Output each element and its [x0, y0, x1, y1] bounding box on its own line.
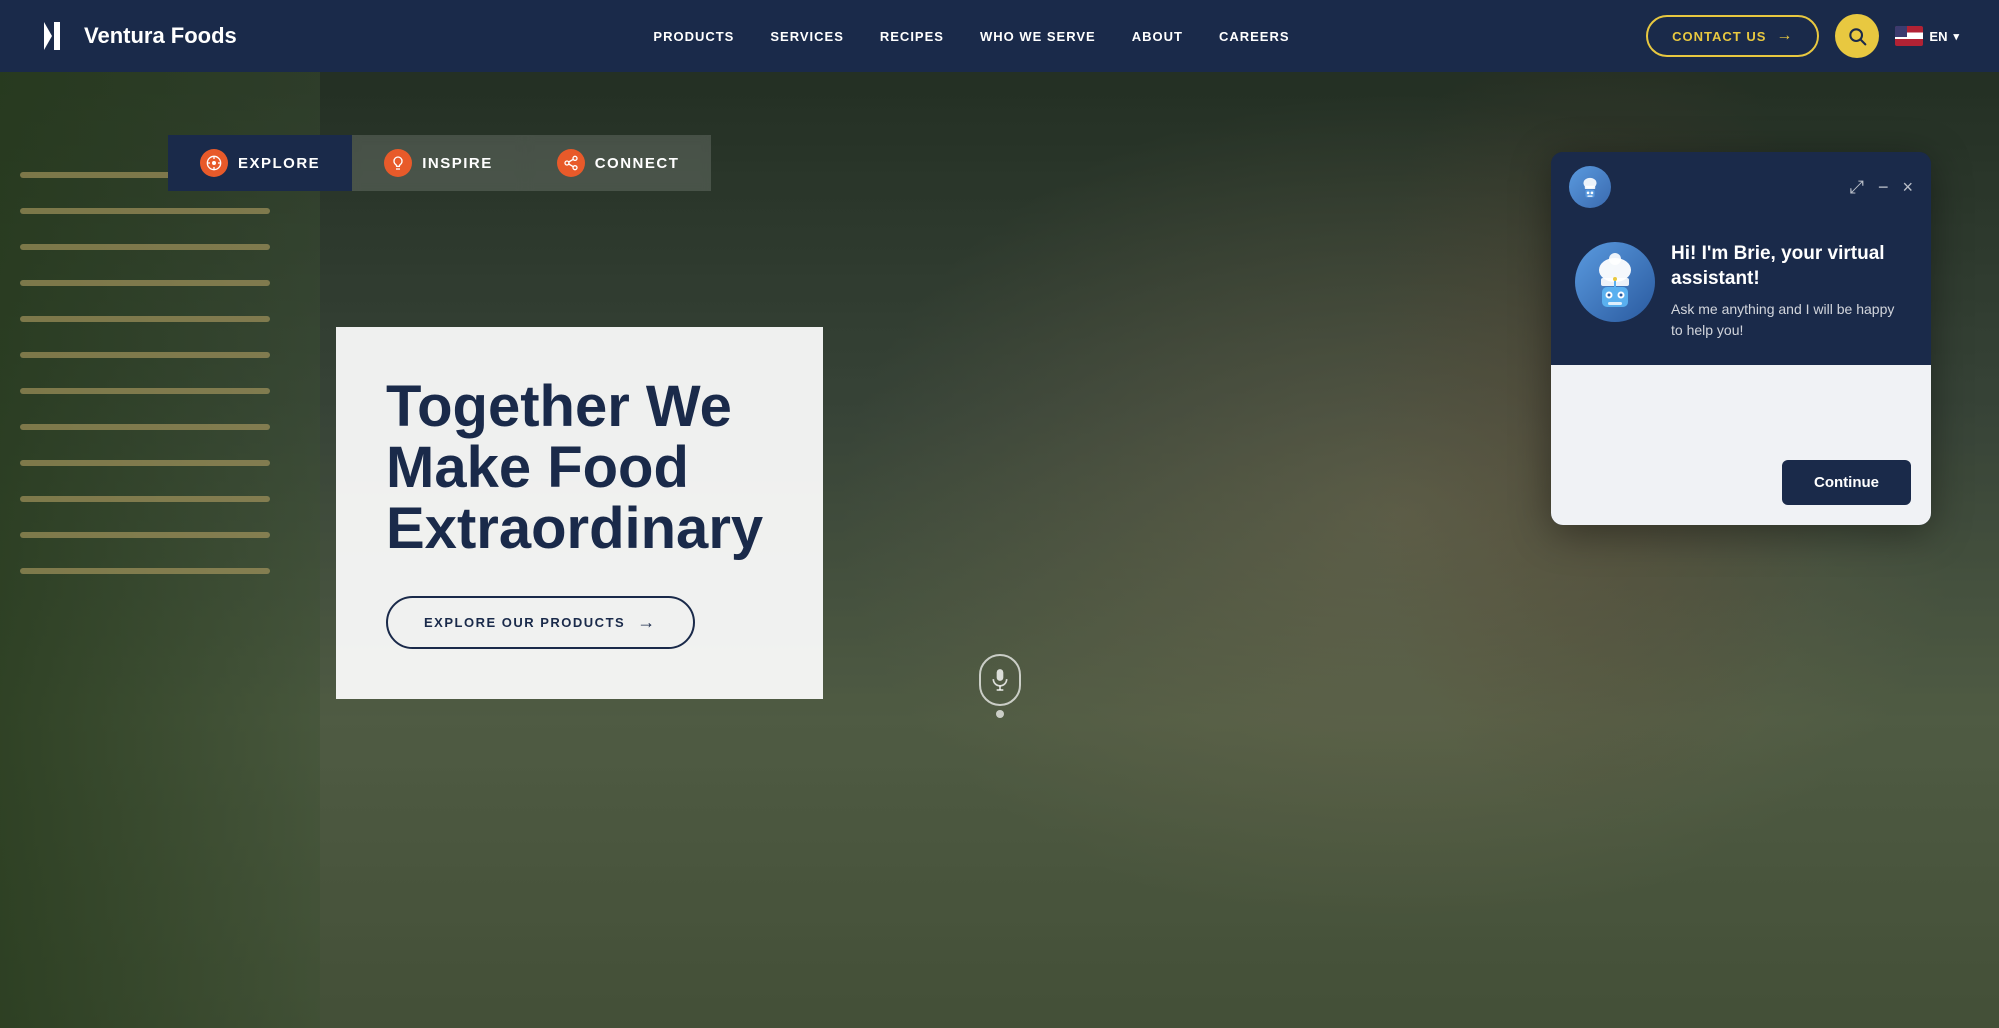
contact-us-label: CONTACT US [1672, 29, 1766, 44]
logo[interactable]: Ventura Foods [40, 18, 237, 54]
microphone-icon [990, 668, 1010, 692]
chatbot-subtext: Ask me anything and I will be happy to h… [1671, 299, 1907, 341]
hero-title-line2: Make Food [386, 435, 689, 500]
tab-explore[interactable]: EXPLORE [168, 135, 352, 191]
shelf-line [20, 532, 270, 538]
connect-tab-label: CONNECT [595, 155, 680, 172]
mic-icon[interactable] [979, 654, 1021, 706]
shelf-line [20, 316, 270, 322]
explore-products-label: EXPLORE OUR PRODUCTS [424, 615, 625, 630]
hero-title-line1: Together We [386, 374, 732, 439]
chatbot-widget: ⤢ − × [1551, 152, 1931, 525]
nav-link-careers[interactable]: CAREERS [1219, 29, 1290, 44]
chatbot-header-controls: ⤢ − × [1850, 178, 1913, 196]
chatbot-intro-text: Hi! I'm Brie, your virtual assistant! As… [1671, 242, 1907, 341]
language-selector[interactable]: EN ▾ [1895, 26, 1959, 46]
explore-tab-icon [200, 149, 228, 177]
nav-link-services[interactable]: SERVICES [770, 29, 844, 44]
nav-link-about[interactable]: ABOUT [1132, 29, 1183, 44]
nav-link-recipes[interactable]: RECIPES [880, 29, 944, 44]
tab-inspire[interactable]: INSPIRE [352, 135, 525, 191]
hero-title-line3: Extraordinary [386, 496, 763, 561]
shelf-line [20, 388, 270, 394]
nav-link-products[interactable]: PRODUCTS [653, 29, 734, 44]
chatbot-header: ⤢ − × [1551, 152, 1931, 222]
chatbot-header-avatar [1569, 166, 1611, 208]
shelf-line [20, 208, 270, 214]
explore-products-button[interactable]: EXPLORE OUR PRODUCTS → [386, 596, 695, 649]
mic-dot [996, 710, 1004, 718]
share-icon [563, 155, 579, 171]
navigation: Ventura Foods PRODUCTS SERVICES RECIPES … [0, 0, 1999, 72]
chatbot-input-area: Continue [1551, 365, 1931, 525]
language-label: EN [1929, 29, 1947, 44]
search-button[interactable] [1835, 14, 1879, 58]
brand-name: Ventura Foods [84, 23, 237, 49]
chatbot-mascot-icon [1585, 252, 1645, 312]
logo-icon [40, 18, 76, 54]
lightbulb-icon [390, 155, 406, 171]
search-icon [1847, 26, 1867, 46]
shelf-line [20, 460, 270, 466]
shelf-line [20, 280, 270, 286]
chatbot-greeting: Hi! I'm Brie, your virtual assistant! [1671, 242, 1907, 291]
hero-title: Together We Make Food Extraordinary [386, 377, 763, 560]
explore-arrow-icon: → [637, 612, 657, 633]
shelf-line [20, 352, 270, 358]
chevron-down-icon: ▾ [1953, 30, 1959, 43]
nav-links: PRODUCTS SERVICES RECIPES WHO WE SERVE A… [297, 29, 1646, 44]
tab-connect[interactable]: CONNECT [525, 135, 712, 191]
explore-tab-label: EXPLORE [238, 155, 320, 172]
nav-right: CONTACT US → EN ▾ [1646, 14, 1959, 58]
inspire-tab-icon [384, 149, 412, 177]
chatbot-avatar-icon [1577, 174, 1603, 200]
chatbot-continue-button[interactable]: Continue [1782, 460, 1911, 505]
us-flag-icon [1895, 26, 1923, 46]
shelf-line [20, 424, 270, 430]
chatbot-expand-button[interactable]: ⤢ [1850, 178, 1864, 196]
chatbot-mascot [1575, 242, 1655, 322]
nav-link-who-we-serve[interactable]: WHO WE SERVE [980, 29, 1096, 44]
hero-shelf-decoration [0, 72, 320, 1028]
mic-indicator [979, 654, 1021, 718]
shelf-line [20, 496, 270, 502]
shelf-line [20, 568, 270, 574]
shelf-lines [20, 172, 270, 574]
arrow-right-icon: → [1776, 27, 1793, 45]
hero-content-box: Together We Make Food Extraordinary EXPL… [336, 327, 823, 699]
chatbot-close-button[interactable]: × [1902, 178, 1913, 196]
chatbot-body: Hi! I'm Brie, your virtual assistant! As… [1551, 222, 1931, 365]
tabs-row: EXPLORE INSPIRE CONNECT [168, 135, 711, 191]
inspire-tab-label: INSPIRE [422, 155, 493, 172]
content-tabs: EXPLORE INSPIRE CONNECT [168, 135, 711, 191]
shelf-line [20, 244, 270, 250]
chatbot-minimize-button[interactable]: − [1878, 178, 1889, 196]
contact-us-button[interactable]: CONTACT US → [1646, 15, 1819, 57]
compass-icon [206, 155, 222, 171]
connect-tab-icon [557, 149, 585, 177]
